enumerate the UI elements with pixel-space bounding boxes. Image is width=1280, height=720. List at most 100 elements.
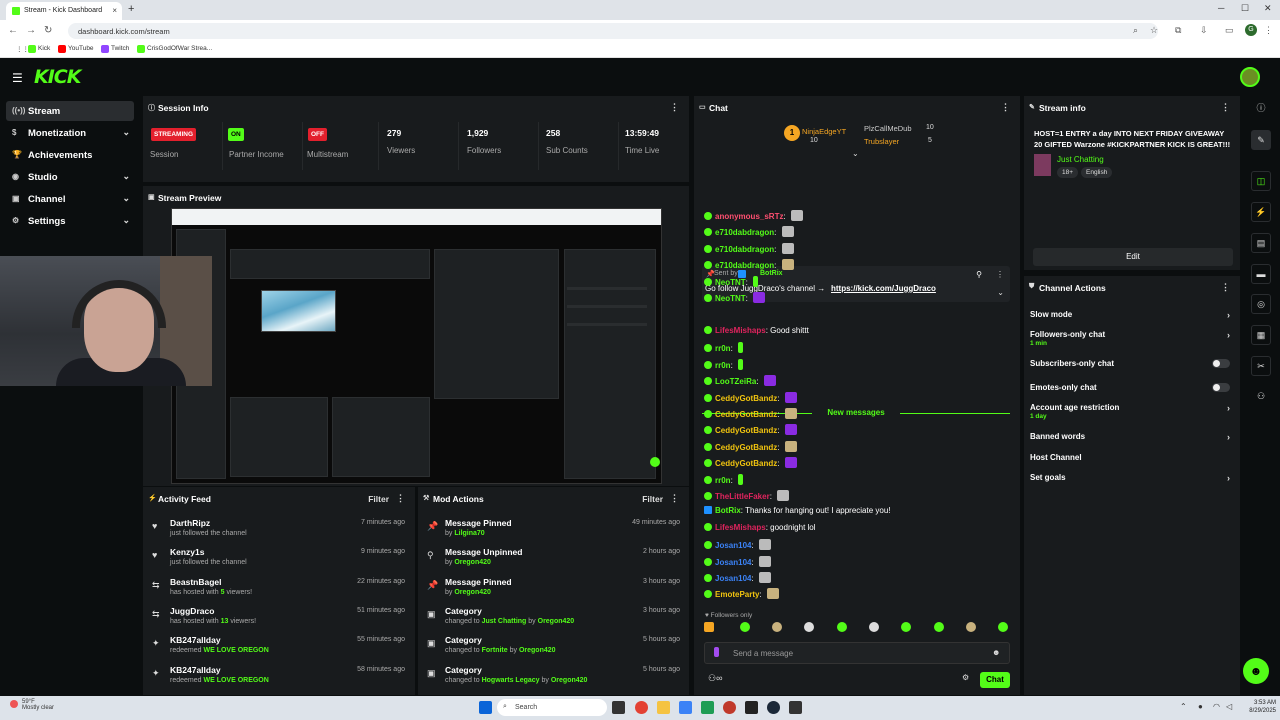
sidepanel-icon[interactable]: ▭ [1225, 25, 1234, 36]
chat-message[interactable]: CeddyGotBandz: [704, 391, 797, 406]
channel-action-account-age-restriction[interactable]: Account age restriction 1 day › [1030, 403, 1232, 423]
app-icon[interactable] [723, 701, 736, 714]
sidebar-item-settings[interactable]: ⚙ Settings ⌄ [6, 211, 134, 231]
url-input[interactable]: dashboard.kick.com/stream [68, 23, 1158, 39]
emote-icon[interactable] [704, 622, 714, 632]
channel-action-banned-words[interactable]: Banned words › [1030, 432, 1232, 452]
layout-icon[interactable]: ▦ [1251, 325, 1271, 345]
more-dots-icon[interactable]: ⋮ [670, 102, 679, 113]
unpin-icon[interactable]: ⚲ [976, 270, 982, 279]
activity-item[interactable]: ♥ Kenzy1s just followed the channel 9 minut… [143, 544, 413, 573]
more-dots-icon[interactable]: ⋮ [996, 270, 1004, 279]
sidebar-item-achievements[interactable]: 🏆 Achievements [6, 145, 134, 165]
chat-message[interactable]: BotRix: Thanks for hanging out! I apprec… [704, 506, 891, 520]
bookmark-youtube[interactable]: YouTube [58, 45, 94, 53]
chat-message[interactable]: LooTZeiRa: [704, 375, 776, 389]
emote-icon[interactable] [901, 622, 911, 632]
bookmark-crisgodofwar[interactable]: CrisGodOfWar Strea... [137, 45, 212, 53]
chat-message[interactable]: CeddyGotBandz: [704, 457, 797, 471]
taskbar-search[interactable]: ⌕ Search [497, 699, 607, 716]
more-dots-icon[interactable]: ⋮ [1001, 102, 1010, 113]
category-link[interactable]: Just Chatting [1057, 155, 1104, 164]
excel-icon[interactable] [701, 701, 714, 714]
broadcast-icon[interactable]: ◎ [1251, 294, 1271, 314]
mod-action-item[interactable]: ▣ Category changed to Fortnite by Oregon42… [418, 632, 688, 661]
bookmark-twitch[interactable]: Twitch [101, 45, 129, 53]
edit-stream-info-button[interactable]: Edit [1033, 248, 1233, 266]
file-explorer-icon[interactable] [657, 701, 670, 714]
pinned-link[interactable]: https://kick.com/JuggDraco [831, 284, 936, 293]
task-view-icon[interactable] [612, 701, 625, 714]
expand-chevron-icon[interactable]: ⌄ [852, 149, 859, 158]
emote-icon[interactable] [869, 622, 879, 632]
hamburger-menu-icon[interactable]: ☰ [12, 71, 23, 85]
windows-start-icon[interactable] [479, 701, 492, 714]
chrome-icon[interactable] [635, 701, 648, 714]
sidebar-item-channel[interactable]: ▣ Channel ⌄ [6, 189, 134, 209]
channel-action-subscribers-only-chat[interactable]: Subscribers-only chat [1030, 359, 1232, 379]
mod-action-item[interactable]: 📌 Message Pinned by Oregon420 3 hours ago [418, 574, 688, 603]
sidebar-item-studio[interactable]: ◉ Studio ⌄ [6, 167, 134, 187]
toggle-switch[interactable] [1212, 383, 1230, 392]
window-close-icon[interactable]: ✕ [1264, 3, 1272, 14]
chat-message[interactable]: anonymous_sRTz: [704, 210, 803, 224]
activity-item[interactable]: ✦ KB247allday redeemed WE LOVE OREGON 58 mi… [143, 662, 413, 691]
tray-chevron-icon[interactable]: ⌃ [1180, 702, 1187, 711]
emoji-icon[interactable]: ☻ [992, 648, 1000, 657]
chat-message[interactable]: CeddyGotBandz: [704, 408, 797, 422]
reload-icon[interactable]: ↻ [44, 25, 52, 36]
steam-icon[interactable] [767, 701, 780, 714]
more-dots-icon[interactable]: ⋮ [1221, 102, 1230, 113]
mod-action-item[interactable]: ▣ Category changed to Just Chatting by Ore… [418, 603, 688, 632]
emote-icon[interactable] [772, 622, 782, 632]
emote-icon[interactable] [837, 622, 847, 632]
activity-item[interactable]: ✦ KB247allday redeemed WE LOVE OREGON 55 mi… [143, 632, 413, 661]
emote-icon[interactable] [804, 622, 814, 632]
system-clock[interactable]: 3:53 AM 8/29/2025 [1240, 699, 1276, 715]
support-chat-button[interactable]: ☻ [1243, 658, 1269, 684]
emote-icon[interactable] [998, 622, 1008, 632]
chevron-down-icon[interactable]: ⌄ [997, 288, 1004, 297]
maximize-icon[interactable]: ☐ [1241, 3, 1249, 14]
emote-icon[interactable] [966, 622, 976, 632]
channel-action-followers-only-chat[interactable]: Followers-only chat 1 min › [1030, 330, 1232, 350]
users-icon[interactable]: ⚇ [1251, 387, 1271, 407]
obs-icon[interactable] [789, 701, 802, 714]
chat-bubble-icon[interactable]: ▬ [1251, 264, 1271, 284]
emote-icon[interactable] [934, 622, 944, 632]
edge-icon[interactable] [679, 701, 692, 714]
channel-action-set-goals[interactable]: Set goals › [1030, 473, 1232, 493]
chat-message[interactable]: rr0n: [704, 342, 744, 356]
minimize-icon[interactable]: ─ [1218, 3, 1224, 13]
chat-message[interactable]: LifesMishaps: Good shittt [704, 326, 809, 340]
session-icon[interactable]: ◫ [1251, 171, 1271, 191]
document-icon[interactable]: ▤ [1251, 233, 1271, 253]
sidebar-item-stream[interactable]: ((•)) Stream [6, 101, 134, 121]
chat-message[interactable]: TheLittleFaker: [704, 490, 790, 504]
forward-icon[interactable]: → [26, 25, 36, 36]
wrench-icon[interactable]: ✂ [1251, 356, 1271, 376]
chat-message[interactable]: NeoTNT: [704, 292, 766, 306]
more-dots-icon[interactable]: ⋮ [670, 493, 679, 504]
new-tab-button[interactable]: + [128, 3, 134, 15]
mod-filter-button[interactable]: Filter [642, 494, 663, 504]
user-avatar[interactable] [1240, 67, 1260, 87]
bookmark-star-icon[interactable]: ☆ [1150, 25, 1158, 36]
profile-avatar[interactable]: G [1245, 24, 1257, 36]
mod-action-item[interactable]: 📌 Message Pinned by Lilgina70 49 minutes ag… [418, 515, 688, 544]
stream-preview-video[interactable] [171, 208, 662, 484]
chat-message[interactable]: CeddyGotBandz: [704, 424, 797, 438]
apps-grid-icon[interactable]: ⋮⋮ [6, 45, 29, 53]
bookmark-kick[interactable]: Kick [28, 45, 50, 53]
more-dots-icon[interactable]: ⋮ [396, 493, 405, 504]
mod-action-item[interactable]: ▣ Category changed to Hogwarts Legacy by O… [418, 662, 688, 691]
channel-action-slow-mode[interactable]: Slow mode › [1030, 310, 1232, 330]
activity-item[interactable]: ⇆ JuggDraco has hosted with 13 viewers! 51 … [143, 603, 413, 632]
chat-message[interactable]: Josan104: [704, 572, 771, 586]
chat-message[interactable]: rr0n: [704, 473, 744, 488]
chat-send-button[interactable]: Chat [980, 672, 1010, 688]
chat-message[interactable]: Josan104: [704, 539, 771, 553]
emote-icon[interactable] [740, 622, 750, 632]
mic-tray-icon[interactable]: ● [1198, 702, 1203, 711]
channel-action-host-channel[interactable]: Host Channel [1030, 453, 1232, 473]
